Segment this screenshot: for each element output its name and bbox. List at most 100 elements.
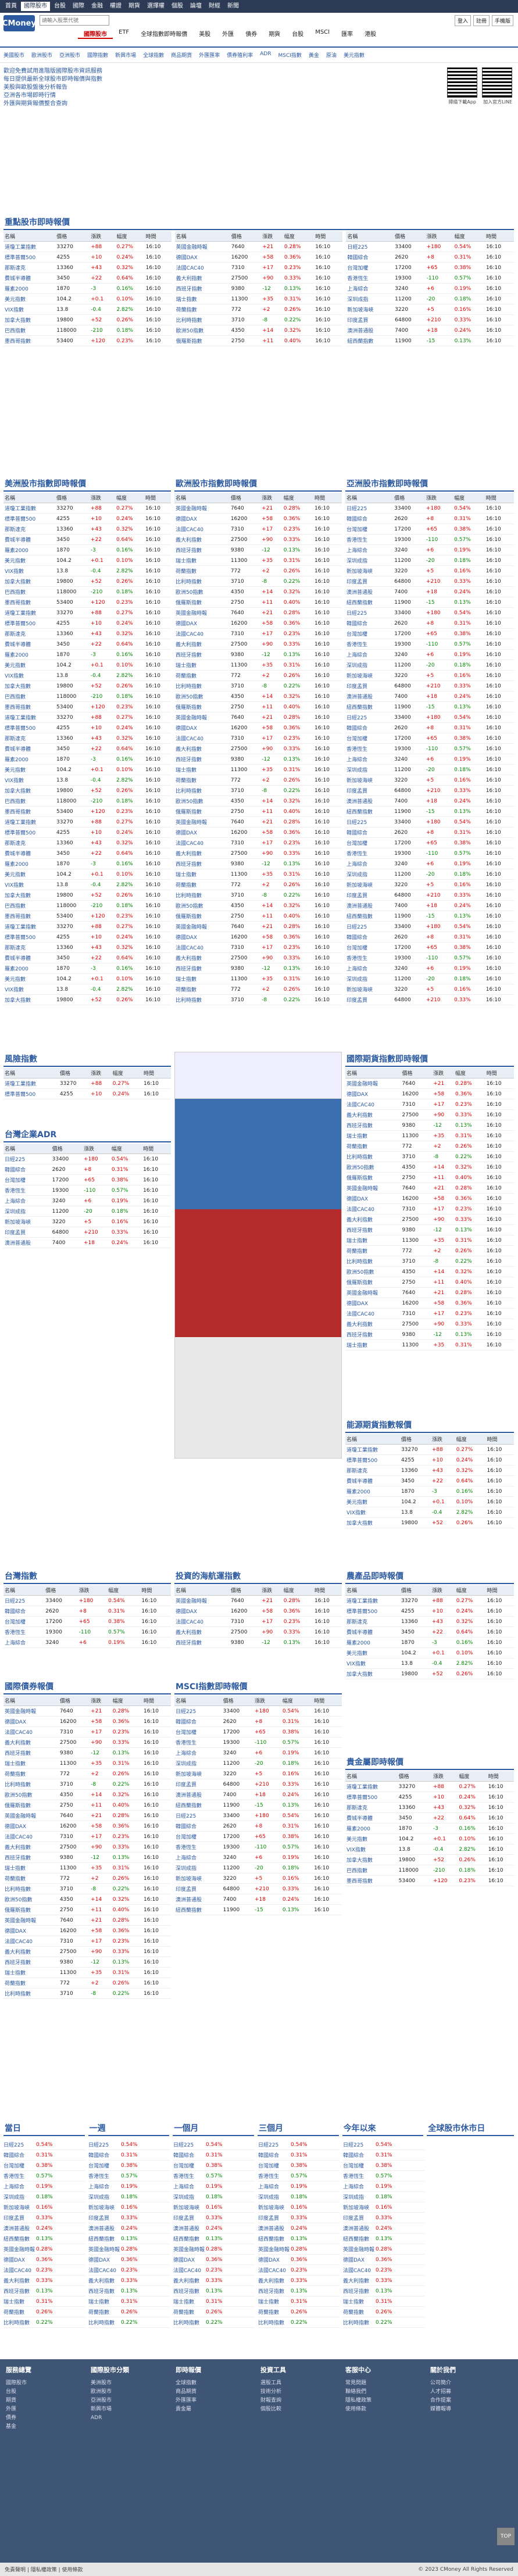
footer-link[interactable]: 媒體報導 bbox=[430, 2405, 456, 2414]
row-name[interactable]: 西班牙指數 bbox=[3, 1852, 59, 1863]
table-row[interactable]: 道瓊工業指數 33270 +88 0.27% 16:10 bbox=[3, 712, 171, 723]
table-row[interactable]: 標準普爾500 4255 +10 0.24% 16:10 bbox=[3, 827, 171, 838]
rank-name[interactable]: 瑞士指數 bbox=[88, 2298, 121, 2305]
table-row[interactable]: 香港恆生 19300 -110 0.57% 16:10 bbox=[174, 1841, 342, 1853]
row-name[interactable]: 新加坡海峽 bbox=[346, 304, 394, 315]
table-row[interactable]: 香港恆生 19300 -110 0.57% 16:10 bbox=[3, 1185, 171, 1196]
table-row[interactable]: 瑞士指數 11300 +35 0.31% 16:10 bbox=[174, 660, 342, 671]
table-row[interactable]: 比利時指數 3710 -8 0.22% 16:10 bbox=[174, 314, 343, 325]
row-name[interactable]: 瑞士指數 bbox=[174, 764, 230, 775]
table-row[interactable]: 巴西指數 118000 -210 0.18% 16:10 bbox=[3, 586, 171, 597]
row-name[interactable]: 比利時指數 bbox=[3, 1883, 59, 1894]
rank-row[interactable]: 印度孟買 0.33% bbox=[343, 2213, 424, 2223]
row-name[interactable]: 法國CAC40 bbox=[345, 1203, 401, 1214]
rank-name[interactable]: 韓國綜合 bbox=[88, 2151, 121, 2159]
rank-row[interactable]: 英國金融時報 0.28% bbox=[343, 2244, 424, 2255]
row-name[interactable]: 巴西指數 bbox=[3, 900, 56, 911]
table-row[interactable]: 西班牙指數 9380 -12 0.13% 16:10 bbox=[174, 754, 342, 765]
rank-row[interactable]: 英國金融時報 0.28% bbox=[173, 2244, 255, 2255]
rank-name[interactable]: 紐西蘭指數 bbox=[88, 2235, 121, 2242]
topbar-item[interactable]: 國際股市 bbox=[21, 2, 50, 11]
table-row[interactable]: 巴西指數 118000 -210 0.18% 16:10 bbox=[345, 1865, 514, 1876]
table-row[interactable]: 德國DAX 16200 +58 0.36% 16:10 bbox=[3, 1821, 171, 1832]
row-name[interactable]: 美元指數 bbox=[345, 1833, 398, 1844]
table-row[interactable]: 巴西指數 118000 -210 0.18% 16:10 bbox=[3, 691, 171, 702]
row-name[interactable]: 加拿大指數 bbox=[345, 1854, 398, 1865]
table-row[interactable]: 法國CAC40 7310 +17 0.23% 16:10 bbox=[174, 262, 343, 273]
rank-name[interactable]: 義大利指數 bbox=[3, 2277, 36, 2284]
rank-row[interactable]: 紐西蘭指數 0.13% bbox=[3, 2234, 85, 2244]
rank-name[interactable]: 韓國綜合 bbox=[3, 2151, 36, 2159]
rank-row[interactable]: 印度孟買 0.33% bbox=[88, 2213, 170, 2223]
row-name[interactable]: 德國DAX bbox=[174, 1606, 230, 1617]
table-row[interactable]: 費城半導體 3450 +22 0.64% 16:10 bbox=[345, 1626, 514, 1638]
table-row[interactable]: 瑞士指數 11300 +35 0.31% 16:10 bbox=[3, 1758, 171, 1769]
row-name[interactable]: 那斯達克 bbox=[3, 628, 56, 639]
footer-link[interactable]: 常見問題 bbox=[345, 2379, 371, 2388]
row-name[interactable]: 費城半導體 bbox=[3, 273, 56, 284]
row-name[interactable]: 台灣加權 bbox=[3, 1174, 51, 1185]
row-name[interactable]: 道瓊工業指數 bbox=[3, 816, 56, 827]
table-row[interactable]: 印度孟買 64800 +210 0.33% 16:10 bbox=[345, 680, 514, 692]
table-row[interactable]: 印度孟買 64800 +210 0.33% 16:10 bbox=[345, 576, 514, 587]
rank-name[interactable]: 日經225 bbox=[3, 2141, 36, 2148]
table-row[interactable]: 羅素2000 1870 -3 0.16% 16:10 bbox=[3, 544, 171, 556]
footer-link[interactable]: ADR bbox=[91, 2414, 129, 2423]
table-row[interactable]: 加拿大指數 19800 +52 0.26% 16:10 bbox=[3, 680, 171, 692]
row-name[interactable]: 墨西哥指數 bbox=[3, 701, 56, 712]
table-row[interactable]: 香港恆生 19300 -110 0.57% 16:10 bbox=[174, 1737, 342, 1748]
table-row[interactable]: 道瓊工業指數 33270 +88 0.27% 16:10 bbox=[3, 241, 172, 252]
subnav-item[interactable]: 商品期貨 bbox=[171, 51, 192, 59]
table-row[interactable]: 巴西指數 118000 -210 0.18% 16:10 bbox=[3, 796, 171, 807]
table-row[interactable]: 台灣加權 17200 +65 0.38% 16:10 bbox=[3, 1174, 171, 1185]
table-row[interactable]: 西班牙指數 9380 -12 0.13% 16:10 bbox=[174, 544, 342, 556]
row-name[interactable]: 美元指數 bbox=[3, 973, 56, 984]
table-row[interactable]: 印度孟買 64800 +210 0.33% 16:10 bbox=[174, 1883, 342, 1894]
footer-link[interactable]: 個股比較 bbox=[260, 2405, 286, 2414]
rank-row[interactable]: 印度孟買 0.33% bbox=[258, 2213, 340, 2223]
table-row[interactable]: 那斯達克 13360 +43 0.32% 16:10 bbox=[3, 837, 171, 848]
rank-row[interactable]: 法國CAC40 0.23% bbox=[88, 2265, 170, 2276]
rank-row[interactable]: 德國DAX 0.36% bbox=[343, 2255, 424, 2265]
rank-name[interactable]: 深圳成指 bbox=[3, 2193, 36, 2201]
row-name[interactable]: 比利時指數 bbox=[3, 1779, 59, 1790]
rank-name[interactable]: 法國CAC40 bbox=[173, 2266, 206, 2274]
table-row[interactable]: 法國CAC40 7310 +17 0.23% 16:10 bbox=[345, 1203, 514, 1214]
table-row[interactable]: 新加坡海峽 3220 +5 0.16% 16:10 bbox=[345, 565, 514, 576]
row-name[interactable]: 德國DAX bbox=[174, 931, 230, 943]
table-row[interactable]: 歐洲50指數 4350 +14 0.32% 16:10 bbox=[174, 796, 342, 807]
rank-row[interactable]: 法國CAC40 0.23% bbox=[258, 2265, 340, 2276]
row-name[interactable]: 加拿大指數 bbox=[345, 1517, 400, 1528]
ad-image-mid[interactable] bbox=[175, 1209, 341, 1337]
table-row[interactable]: 義大利指數 27500 +90 0.33% 16:10 bbox=[174, 743, 342, 754]
subnav-item[interactable]: ADR bbox=[260, 51, 271, 59]
row-name[interactable]: 巴西指數 bbox=[3, 691, 56, 702]
row-name[interactable]: 深圳成指 bbox=[345, 660, 394, 671]
table-row[interactable]: 義大利指數 27500 +90 0.33% 16:10 bbox=[174, 273, 343, 284]
row-name[interactable]: 紐西蘭指數 bbox=[346, 335, 394, 346]
row-name[interactable]: 羅素2000 bbox=[345, 1486, 400, 1497]
rank-name[interactable]: 台灣加權 bbox=[88, 2162, 121, 2169]
rank-row[interactable]: 台灣加權 0.38% bbox=[88, 2161, 170, 2171]
row-name[interactable]: 俄羅斯指數 bbox=[3, 1904, 59, 1915]
table-row[interactable]: 日經225 33400 +180 0.54% 16:10 bbox=[345, 921, 514, 932]
row-name[interactable]: 日經225 bbox=[174, 1706, 222, 1717]
row-name[interactable]: 印度孟買 bbox=[346, 314, 394, 325]
rank-row[interactable]: 紐西蘭指數 0.13% bbox=[88, 2234, 170, 2244]
rank-name[interactable]: 瑞士指數 bbox=[3, 2298, 36, 2305]
table-row[interactable]: 印度孟買 64800 +210 0.33% 16:10 bbox=[345, 785, 514, 796]
rank-name[interactable]: 德國DAX bbox=[258, 2256, 291, 2263]
row-name[interactable]: 德國DAX bbox=[345, 1193, 401, 1204]
topbar-item[interactable]: 首頁 bbox=[2, 2, 20, 11]
table-row[interactable]: 上海綜合 3240 +6 0.19% 16:10 bbox=[174, 1852, 342, 1863]
table-row[interactable]: 俄羅斯指數 2750 +11 0.40% 16:10 bbox=[3, 1904, 171, 1915]
row-name[interactable]: 德國DAX bbox=[345, 1298, 401, 1309]
rank-name[interactable]: 英國金融時報 bbox=[258, 2245, 291, 2253]
promo-line[interactable]: 歡迎免費試用進階版國際股市資訊服務 bbox=[3, 67, 515, 76]
nav-item[interactable]: 台股 bbox=[286, 29, 309, 39]
subnav-item[interactable]: 黃金 bbox=[309, 51, 319, 59]
rank-row[interactable]: 西班牙指數 0.13% bbox=[343, 2286, 424, 2296]
row-name[interactable]: 韓國綜合 bbox=[345, 618, 394, 629]
row-name[interactable]: 香港恆生 bbox=[345, 848, 394, 859]
footer-link[interactable]: 人才招募 bbox=[430, 2388, 456, 2396]
